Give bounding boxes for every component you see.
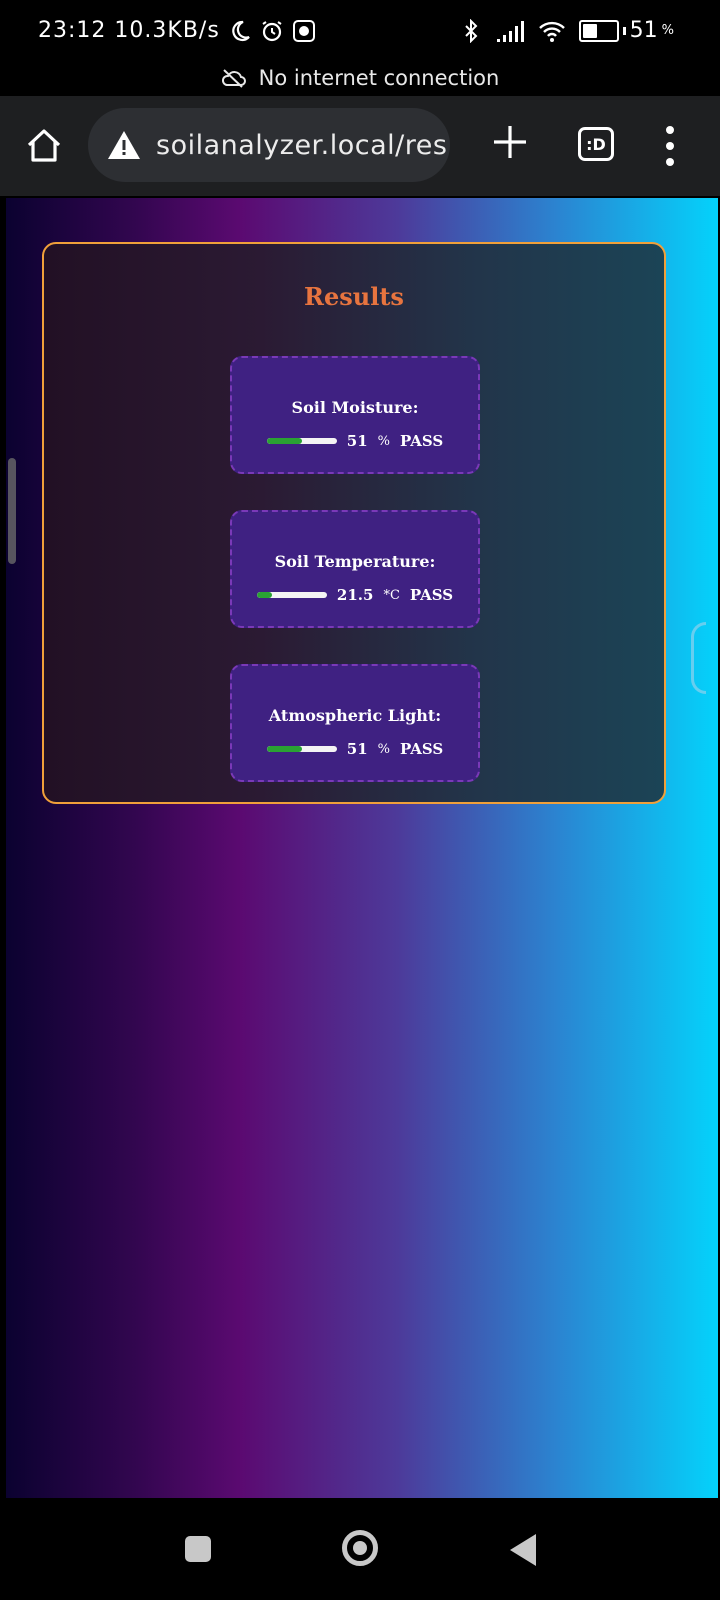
- warning-icon[interactable]: [106, 129, 142, 161]
- battery-tip: [622, 26, 626, 35]
- status-right: 51%: [459, 18, 674, 43]
- metric-status: PASS: [400, 740, 444, 758]
- battery-fill: [582, 23, 597, 38]
- metric-atmospheric-light: Atmospheric Light: 51 % PASS: [230, 664, 480, 782]
- tab-switcher-icon[interactable]: :D: [578, 127, 614, 161]
- metric-label: Soil Temperature:: [274, 552, 436, 571]
- web-page: Results Soil Moisture: 51 % PASS Soil Te…: [6, 198, 718, 1498]
- system-nav-bar: [0, 1498, 720, 1600]
- battery-body: [578, 19, 619, 42]
- metric-soil-moisture: Soil Moisture: 51 % PASS: [230, 356, 480, 474]
- moon-icon: [232, 20, 250, 41]
- recents-button[interactable]: [185, 1536, 211, 1562]
- results-card: Results Soil Moisture: 51 % PASS Soil Te…: [42, 242, 666, 804]
- progress-fill: [266, 746, 303, 752]
- home-button[interactable]: [342, 1530, 378, 1566]
- app-notification-icon: [292, 19, 315, 42]
- metric-row: 21.5 *C PASS: [232, 586, 478, 604]
- url-text[interactable]: soilanalyzer.local/res: [156, 130, 447, 161]
- progress-fill: [256, 592, 272, 598]
- battery-percent-sign: %: [661, 23, 674, 38]
- plus-icon[interactable]: [488, 120, 532, 164]
- browser-toolbar: soilanalyzer.local/res :D: [0, 96, 720, 196]
- progress-fill: [266, 438, 303, 444]
- metric-status: PASS: [409, 586, 454, 604]
- offline-notice: No internet connection: [0, 60, 720, 96]
- metric-unit: *C: [383, 587, 400, 603]
- offline-text: No internet connection: [258, 66, 500, 90]
- metric-value: 51: [346, 740, 368, 758]
- clock: 23:12: [38, 18, 107, 43]
- home-icon[interactable]: [24, 126, 64, 166]
- results-title: Results: [304, 282, 404, 311]
- metric-unit: %: [377, 741, 391, 757]
- edge-panel-handle[interactable]: [691, 622, 706, 694]
- status-left: 23:12 10.3KB/s: [38, 18, 316, 43]
- tab-switcher-label: :D: [586, 134, 606, 154]
- cloud-off-icon: [221, 69, 246, 88]
- battery-icon: 51%: [578, 18, 674, 43]
- metric-row: 51 % PASS: [232, 740, 478, 758]
- network-speed: 10.3KB/s: [114, 18, 220, 43]
- metric-status: PASS: [400, 432, 444, 450]
- bluetooth-icon: [464, 18, 478, 43]
- progress-bar: [256, 592, 327, 598]
- metric-value: 51: [346, 432, 368, 450]
- wifi-icon: [538, 21, 565, 42]
- status-bar: 23:12 10.3KB/s 51%: [0, 0, 720, 60]
- metric-value: 21.5: [336, 586, 374, 604]
- progress-bar: [266, 438, 337, 444]
- overflow-menu-icon[interactable]: [660, 126, 680, 166]
- address-bar[interactable]: soilanalyzer.local/res: [88, 108, 450, 182]
- battery-percent: 51: [629, 18, 658, 43]
- signal-icon: [496, 20, 524, 42]
- metric-soil-temperature: Soil Temperature: 21.5 *C PASS: [230, 510, 480, 628]
- scrollbar-handle[interactable]: [8, 458, 16, 564]
- metric-label: Soil Moisture:: [291, 398, 419, 417]
- progress-bar: [266, 746, 337, 752]
- metric-unit: %: [377, 433, 391, 449]
- alarm-icon: [262, 20, 282, 41]
- metric-label: Atmospheric Light:: [268, 706, 442, 725]
- back-button[interactable]: [510, 1534, 536, 1566]
- metric-row: 51 % PASS: [232, 432, 478, 450]
